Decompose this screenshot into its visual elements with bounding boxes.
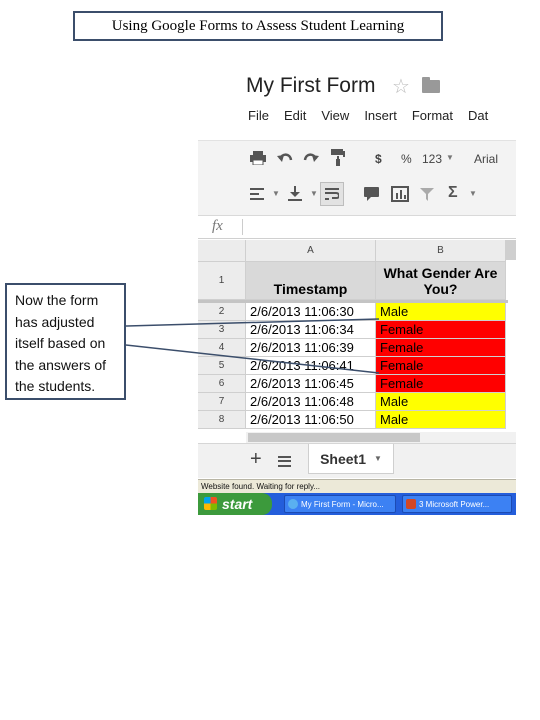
menu-file[interactable]: File: [248, 108, 269, 126]
formula-input[interactable]: [248, 218, 508, 236]
print-icon[interactable]: [250, 151, 266, 165]
start-label: start: [222, 496, 253, 512]
timestamp-cell[interactable]: 2/6/2013 11:06:39: [246, 339, 376, 357]
taskbar-item-powerpoint[interactable]: 3 Microsoft Power...: [402, 495, 512, 513]
header-cell-timestamp[interactable]: Timestamp: [246, 262, 376, 300]
wrap-text-button[interactable]: [320, 182, 344, 206]
timestamp-cell[interactable]: 2/6/2013 11:06:30: [246, 303, 376, 321]
divider: [242, 219, 243, 235]
sheet-tab-label: Sheet1: [320, 450, 366, 467]
horizontal-scrollbar[interactable]: [248, 433, 420, 442]
menu-view[interactable]: View: [321, 108, 349, 126]
number-format-button[interactable]: 123: [422, 152, 442, 166]
sheet-list-icon[interactable]: [278, 456, 291, 467]
gender-cell[interactable]: Female: [376, 321, 506, 339]
row-number[interactable]: 5: [198, 357, 246, 375]
ie-icon: [288, 499, 298, 509]
gender-cell[interactable]: Female: [376, 339, 506, 357]
document-title[interactable]: My First Form: [246, 74, 375, 98]
taskbar-item-label: 3 Microsoft Power...: [419, 499, 490, 509]
taskbar-item-label: My First Form - Micro...: [301, 499, 384, 509]
gender-cell[interactable]: Female: [376, 375, 506, 393]
undo-icon[interactable]: [277, 151, 293, 165]
star-icon[interactable]: ☆: [392, 74, 410, 99]
chevron-down-icon[interactable]: ▼: [374, 454, 382, 463]
filter-icon[interactable]: [420, 188, 434, 201]
taskbar-item-ie[interactable]: My First Form - Micro...: [284, 495, 396, 513]
fx-label: fx: [212, 218, 223, 234]
folder-icon[interactable]: [422, 77, 440, 93]
slide-title: Using Google Forms to Assess Student Lea…: [73, 11, 443, 41]
row-number[interactable]: 3: [198, 321, 246, 339]
menu-data[interactable]: Dat: [468, 108, 488, 126]
header-cell-gender[interactable]: What Gender Are You?: [376, 262, 506, 300]
row-number[interactable]: 2: [198, 303, 246, 321]
row-number[interactable]: 1: [198, 262, 246, 300]
chevron-down-icon[interactable]: ▼: [446, 153, 454, 162]
spreadsheet-screenshot: My First Form ☆ File Edit View Insert Fo…: [198, 68, 516, 515]
menu-format[interactable]: Format: [412, 108, 453, 126]
sheet-tab[interactable]: Sheet1 ▼: [308, 444, 394, 474]
sheet-tabs-bar: + Sheet1 ▼: [198, 443, 516, 478]
powerpoint-icon: [406, 499, 416, 509]
timestamp-cell[interactable]: 2/6/2013 11:06:48: [246, 393, 376, 411]
gender-cell[interactable]: Male: [376, 411, 506, 429]
comment-icon[interactable]: [364, 187, 379, 201]
row-number[interactable]: 4: [198, 339, 246, 357]
header-timestamp-label: Timestamp: [273, 281, 348, 297]
chevron-down-icon[interactable]: ▼: [469, 189, 477, 198]
column-header-a[interactable]: A: [246, 240, 376, 262]
callout-text: Now the form has adjusted itself based o…: [15, 292, 107, 394]
row-number[interactable]: 8: [198, 411, 246, 429]
column-header-b[interactable]: B: [376, 240, 506, 262]
menu-edit[interactable]: Edit: [284, 108, 306, 126]
gender-cell[interactable]: Female: [376, 357, 506, 375]
chevron-down-icon[interactable]: ▼: [310, 189, 318, 198]
gender-cell[interactable]: Male: [376, 303, 506, 321]
timestamp-cell[interactable]: 2/6/2013 11:06:41: [246, 357, 376, 375]
menu-bar: File Edit View Insert Format Dat: [248, 108, 503, 126]
chart-icon[interactable]: [391, 186, 409, 202]
header-gender-label: What Gender Are You?: [383, 264, 498, 297]
start-button[interactable]: start: [198, 493, 272, 515]
percent-button[interactable]: %: [401, 152, 412, 166]
windows-taskbar: start My First Form - Micro... 3 Microso…: [198, 493, 516, 515]
vertical-scrollbar[interactable]: [506, 240, 516, 260]
select-all-corner[interactable]: [198, 240, 246, 262]
toolbar: $ % 123 ▼ Arial ▼ ▼ Σ ▼: [198, 140, 516, 216]
formula-bar: fx: [198, 216, 516, 239]
browser-status-bar: Website found. Waiting for reply...: [198, 479, 516, 493]
timestamp-cell[interactable]: 2/6/2013 11:06:50: [246, 411, 376, 429]
align-left-icon[interactable]: [250, 188, 264, 200]
paint-format-icon[interactable]: [331, 149, 345, 166]
windows-logo-icon: [204, 497, 217, 510]
row-number[interactable]: 7: [198, 393, 246, 411]
currency-button[interactable]: $: [375, 152, 382, 166]
timestamp-cell[interactable]: 2/6/2013 11:06:45: [246, 375, 376, 393]
timestamp-cell[interactable]: 2/6/2013 11:06:34: [246, 321, 376, 339]
callout-box: Now the form has adjusted itself based o…: [5, 283, 126, 400]
gender-cell[interactable]: Male: [376, 393, 506, 411]
wrap-text-icon: [325, 188, 339, 200]
chevron-down-icon[interactable]: ▼: [272, 189, 280, 198]
row-number[interactable]: 6: [198, 375, 246, 393]
valign-bottom-icon[interactable]: [288, 186, 302, 201]
sum-icon[interactable]: Σ: [448, 184, 458, 202]
font-select[interactable]: Arial: [474, 152, 498, 166]
menu-insert[interactable]: Insert: [364, 108, 397, 126]
add-sheet-icon[interactable]: +: [250, 448, 262, 471]
redo-icon[interactable]: [303, 151, 319, 165]
